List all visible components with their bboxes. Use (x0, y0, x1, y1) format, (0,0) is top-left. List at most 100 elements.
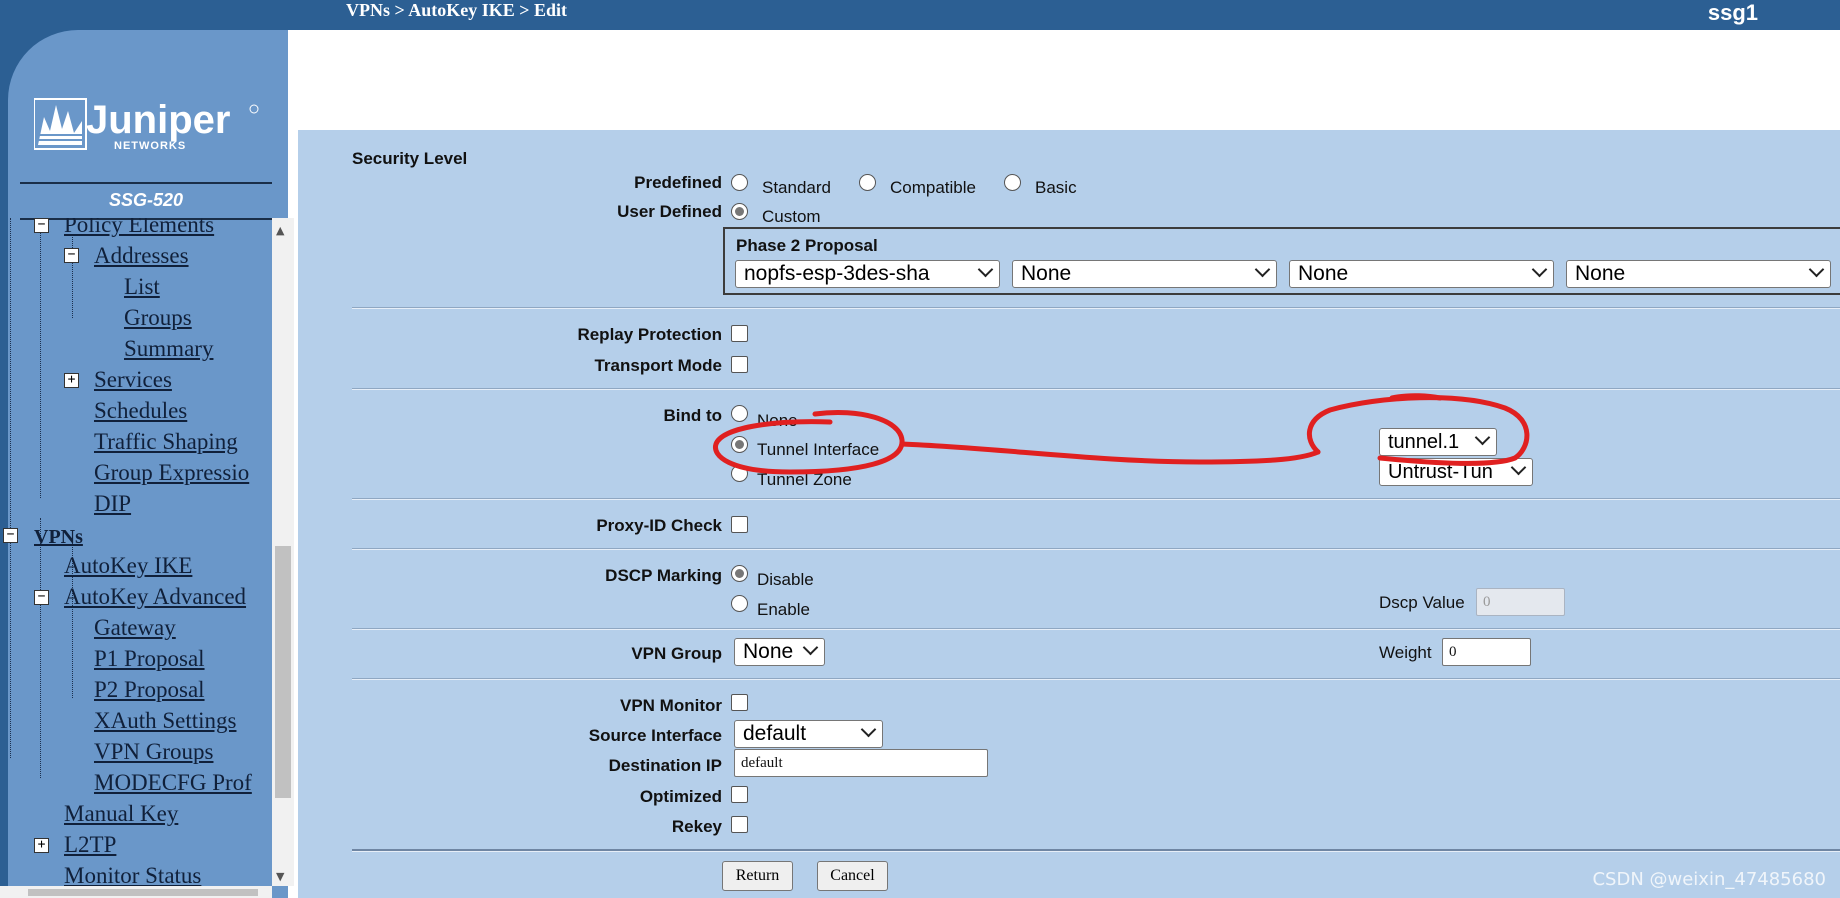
destination-ip-input[interactable]: default (734, 749, 988, 777)
proxy-id-check-checkbox[interactable] (731, 516, 748, 533)
svg-text:NETWORKS: NETWORKS (114, 140, 186, 152)
nav-autokey-advanced[interactable]: AutoKey Advanced (64, 584, 246, 610)
collapse-icon[interactable]: − (64, 248, 79, 263)
phase2-select-2[interactable]: None (1012, 260, 1277, 288)
proxy-id-check-label: Proxy-ID Check (596, 516, 722, 535)
phase2-select-4[interactable]: None (1566, 260, 1831, 288)
return-button[interactable]: Return (722, 861, 793, 891)
nav-groups[interactable]: Groups (124, 305, 192, 331)
scroll-thumb[interactable] (275, 546, 291, 798)
nav-addresses[interactable]: Addresses (94, 243, 189, 269)
nav-traffic-shaping[interactable]: Traffic Shaping (94, 429, 238, 455)
nav-scrollbar[interactable]: ▲ ▼ (272, 218, 294, 886)
device-name: ssg1 (1707, 0, 1758, 25)
option-tunnel-interface: Tunnel Interface (757, 440, 880, 459)
nav-monitor-status[interactable]: Monitor Status (64, 863, 201, 886)
expand-icon[interactable]: + (34, 838, 49, 853)
nav-autokey-ike[interactable]: AutoKey IKE (64, 553, 192, 579)
weight-label: Weight (1379, 643, 1432, 662)
option-dscp-disable: Disable (757, 570, 814, 589)
rekey-checkbox[interactable] (731, 816, 748, 833)
nav-services[interactable]: Services (94, 367, 172, 393)
option-standard: Standard (762, 178, 831, 197)
source-interface-select[interactable]: default (734, 720, 883, 748)
nav-p1-proposal[interactable]: P1 Proposal (94, 646, 205, 672)
section-title-security-level: Security Level (352, 149, 468, 168)
divider (352, 388, 1840, 390)
horizontal-scroll-thumb[interactable] (28, 889, 258, 896)
top-header-bar: VPNs > AutoKey IKE > Edit ssg1 (0, 0, 1840, 30)
nav-gateway[interactable]: Gateway (94, 615, 176, 641)
scroll-down-icon[interactable]: ▼ (276, 870, 284, 883)
radio-dscp-disable[interactable] (731, 565, 748, 582)
transport-mode-checkbox[interactable] (731, 356, 748, 373)
tree-line (40, 218, 41, 498)
radio-bind-none[interactable] (731, 405, 748, 422)
bind-to-label: Bind to (663, 406, 722, 425)
source-interface-label: Source Interface (588, 726, 722, 745)
nav-p2-proposal[interactable]: P2 Proposal (94, 677, 205, 703)
nav-list[interactable]: List (124, 274, 160, 300)
nav-manual-key[interactable]: Manual Key (64, 801, 178, 827)
user-defined-label: User Defined (617, 202, 722, 221)
radio-tunnel-interface[interactable] (731, 436, 748, 453)
expand-icon[interactable]: + (64, 373, 79, 388)
chevron-down-icon (1510, 459, 1527, 476)
optimized-checkbox[interactable] (731, 786, 748, 803)
radio-dscp-enable[interactable] (731, 595, 748, 612)
chevron-down-icon (1254, 261, 1271, 278)
collapse-icon[interactable]: − (3, 528, 18, 543)
tunnel-zone-select[interactable]: Untrust-Tun (1379, 458, 1533, 486)
phase2-title: Phase 2 Proposal (736, 236, 878, 255)
replay-protection-checkbox[interactable] (731, 325, 748, 342)
nav-vpn-groups[interactable]: VPN Groups (94, 739, 213, 765)
model-label: SSG-520 (108, 190, 184, 210)
model-bar: SSG-520 (20, 182, 272, 220)
radio-custom[interactable] (731, 203, 748, 220)
option-custom: Custom (762, 207, 821, 226)
nav-dip[interactable]: DIP (94, 491, 131, 517)
rekey-label: Rekey (671, 817, 722, 836)
dscp-value-input[interactable]: 0 (1476, 588, 1565, 616)
divider (352, 849, 1840, 852)
collapse-icon[interactable]: − (34, 590, 49, 605)
radio-standard[interactable] (731, 174, 748, 191)
replay-protection-label: Replay Protection (577, 325, 722, 344)
dscp-marking-label: DSCP Marking (605, 566, 722, 585)
divider (352, 548, 1840, 550)
nav-vpns[interactable]: VPNs (34, 524, 83, 550)
nav-xauth-settings[interactable]: XAuth Settings (94, 708, 236, 734)
option-bind-none: None (757, 411, 798, 430)
juniper-logo: Juniper NETWORKS (34, 98, 259, 152)
scroll-up-icon[interactable]: ▲ (276, 224, 284, 237)
chevron-down-icon (1474, 429, 1491, 446)
vpn-group-select[interactable]: None (734, 638, 825, 666)
tree-line (40, 518, 41, 778)
vpn-monitor-checkbox[interactable] (731, 694, 748, 711)
option-tunnel-zone: Tunnel Zone (757, 470, 852, 489)
nav-horizontal-scrollbar[interactable] (0, 886, 272, 898)
phase2-select-1[interactable]: nopfs-esp-3des-sha (735, 260, 1000, 288)
nav-l2tp[interactable]: L2TP (64, 832, 116, 858)
weight-input[interactable]: 0 (1442, 638, 1531, 666)
radio-basic[interactable] (1004, 174, 1021, 191)
nav-schedules[interactable]: Schedules (94, 398, 187, 424)
radio-compatible[interactable] (859, 174, 876, 191)
vpn-group-label: VPN Group (631, 644, 722, 663)
nav-summary[interactable]: Summary (124, 336, 213, 362)
cancel-button[interactable]: Cancel (817, 861, 888, 891)
watermark: CSDN @weixin_47485680 (1592, 869, 1826, 890)
nav-policy-elements[interactable]: Policy Elements (64, 218, 214, 238)
phase2-select-3[interactable]: None (1289, 260, 1554, 288)
nav-group-expressions[interactable]: Group Expressio (94, 460, 249, 486)
nav-tree: − Policy Elements − Addresses List Group… (0, 218, 272, 886)
svg-text:Juniper: Juniper (86, 98, 230, 142)
collapse-icon[interactable]: − (34, 218, 49, 233)
tunnel-interface-select[interactable]: tunnel.1 (1379, 428, 1497, 456)
radio-tunnel-zone[interactable] (731, 465, 748, 482)
destination-ip-label: Destination IP (608, 756, 722, 775)
option-compatible: Compatible (890, 178, 976, 197)
tree-line (10, 218, 11, 758)
dscp-value-label: Dscp Value (1379, 593, 1465, 612)
nav-modecfg[interactable]: MODECFG Prof (94, 770, 252, 796)
